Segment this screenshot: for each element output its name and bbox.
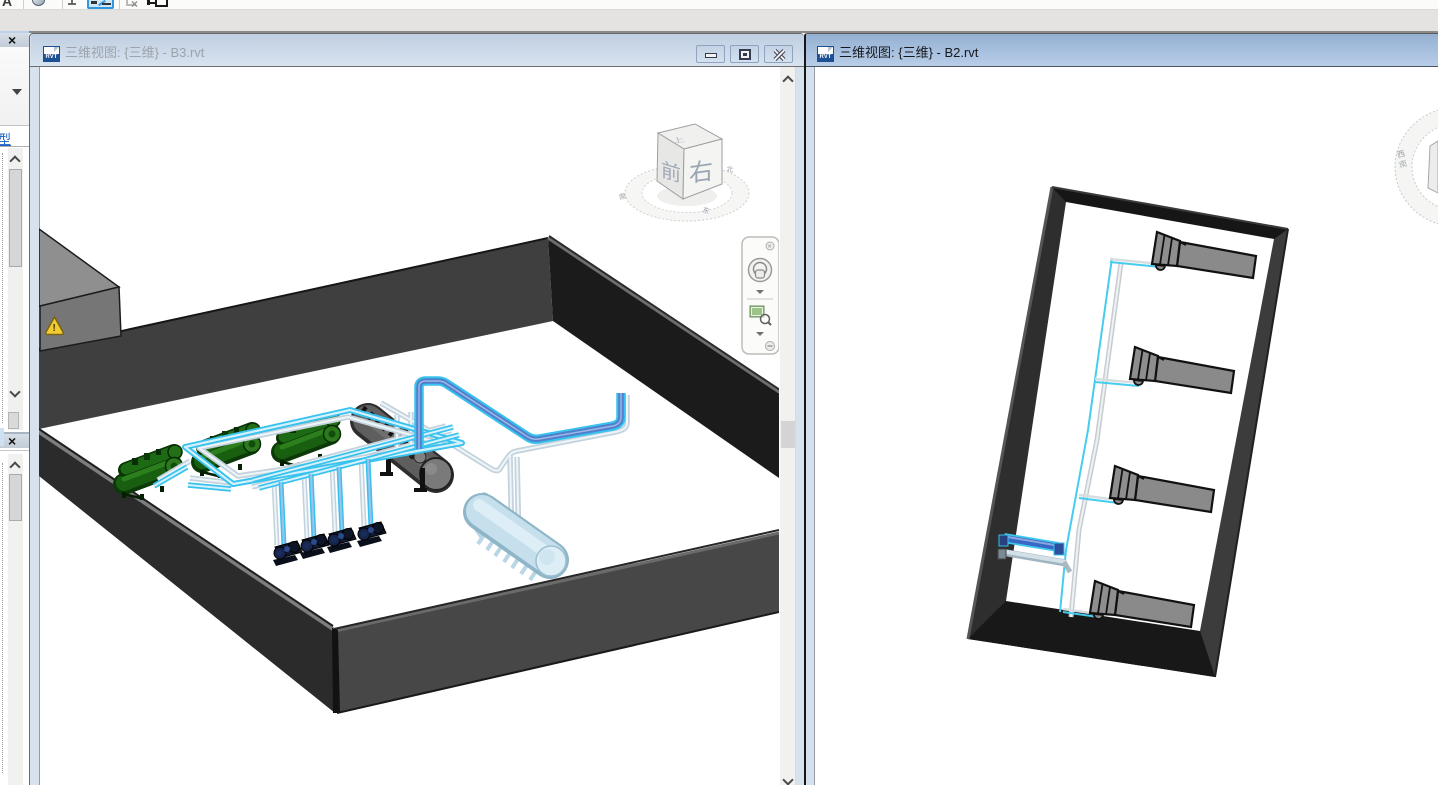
svg-text:北: 北 — [726, 165, 734, 174]
svg-text:!: ! — [53, 323, 56, 334]
svg-text:右: 右 — [689, 158, 713, 188]
svg-text:×: × — [768, 244, 772, 251]
